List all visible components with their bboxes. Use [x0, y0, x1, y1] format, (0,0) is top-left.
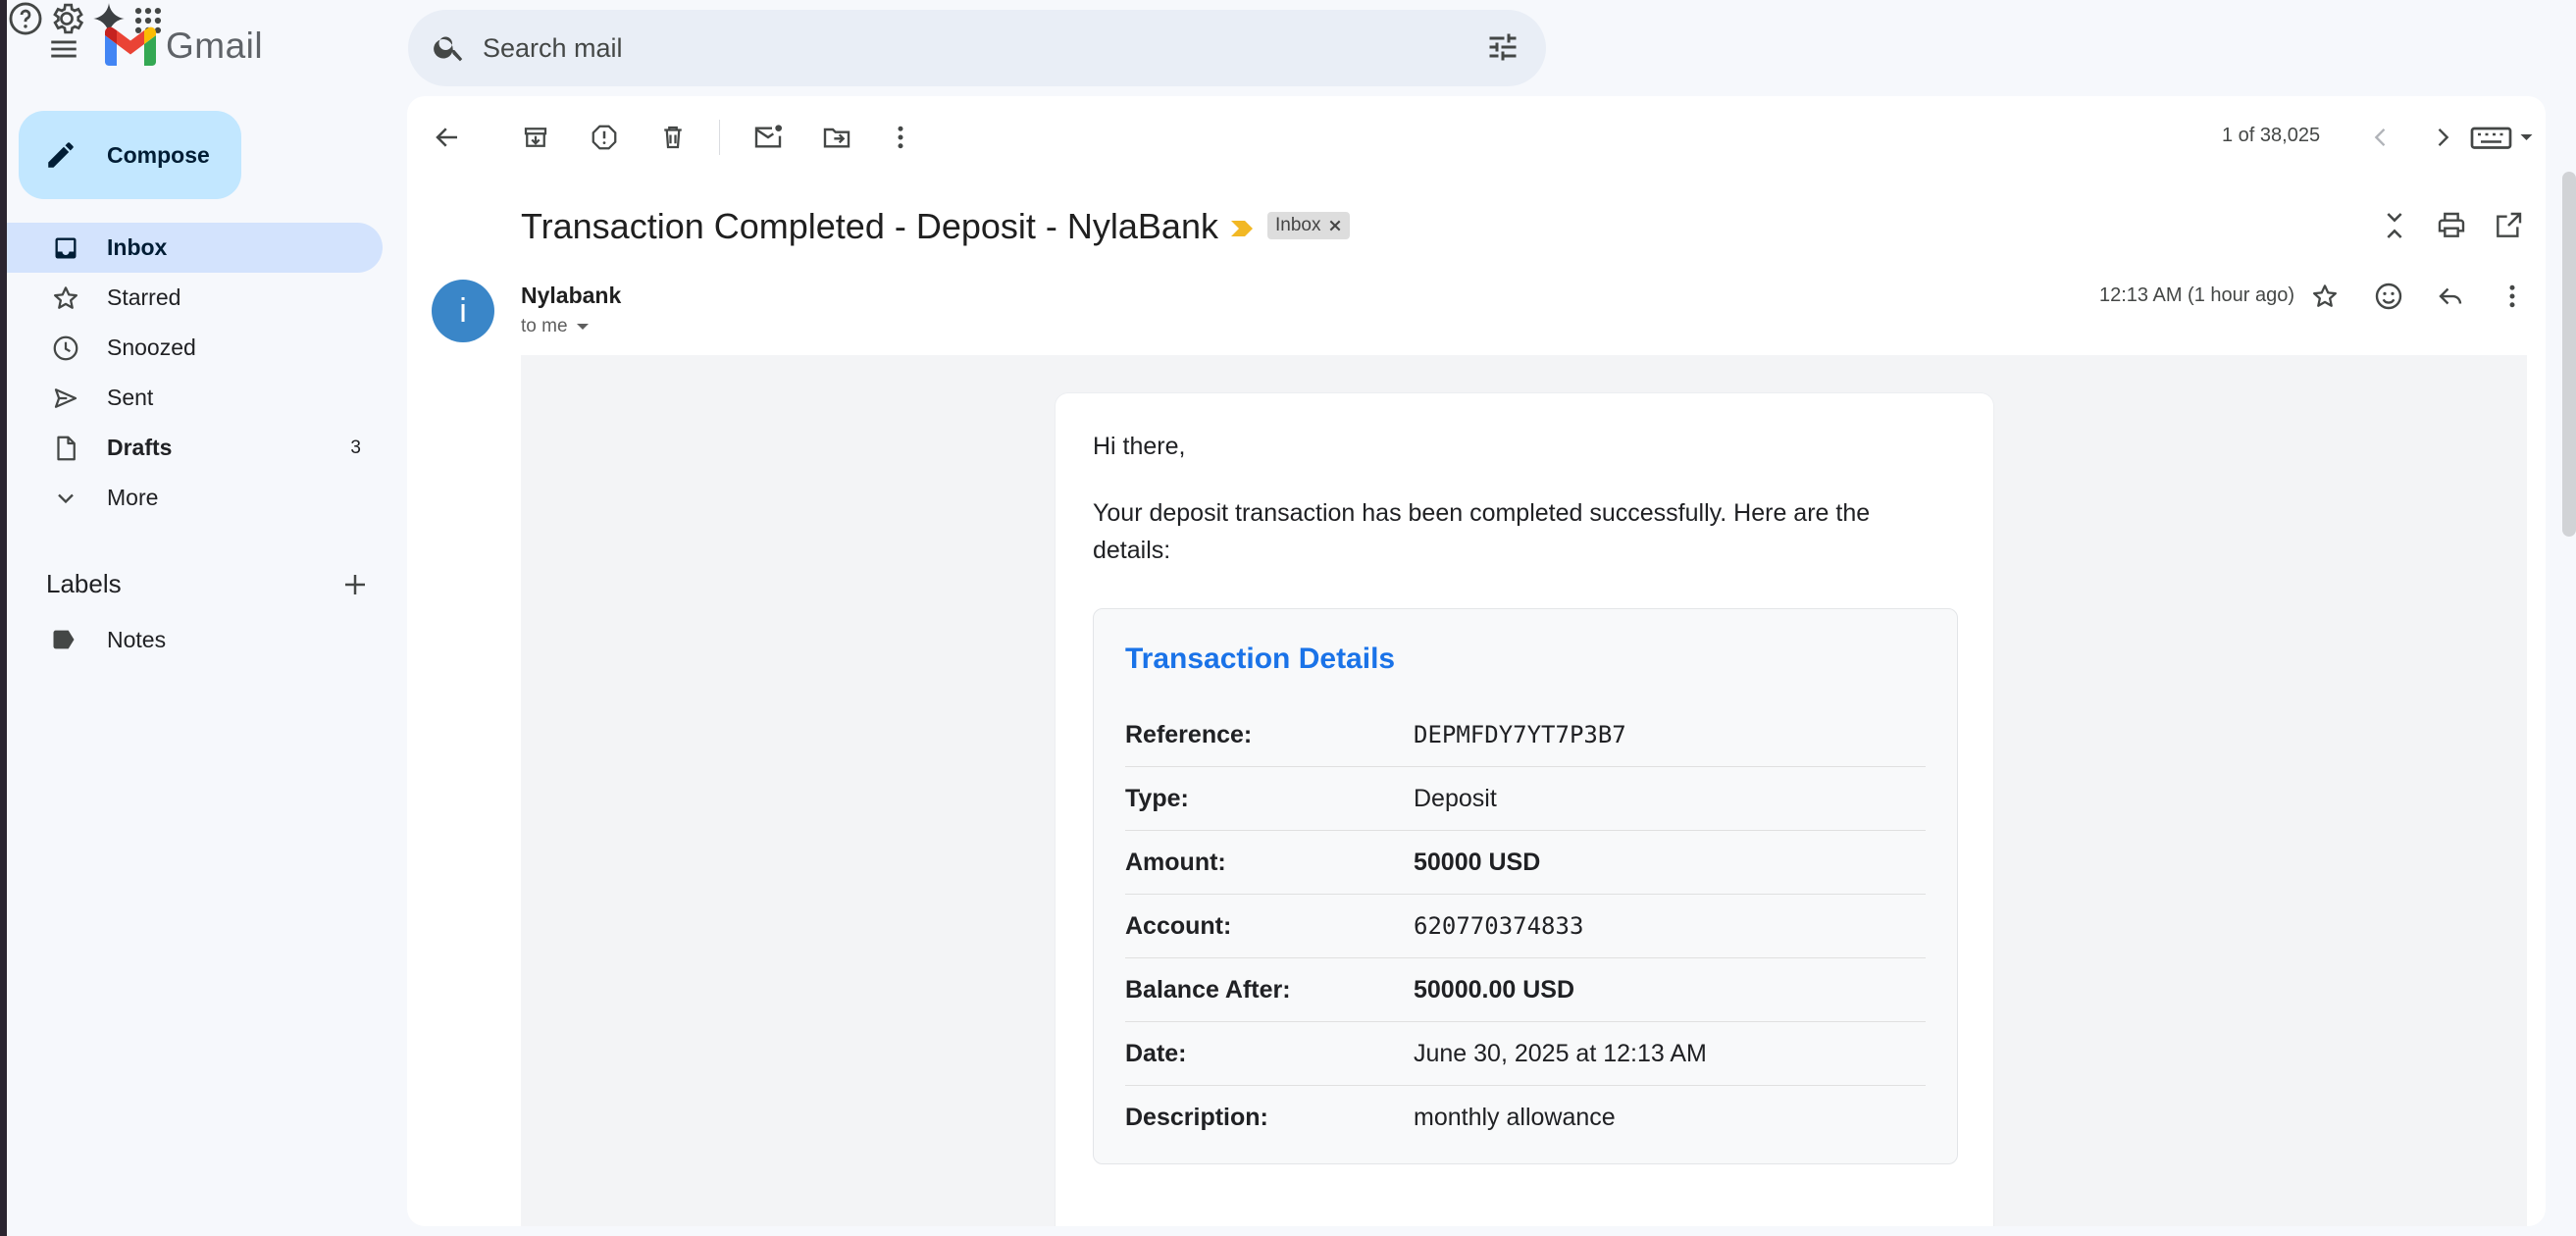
caret-down-icon — [576, 322, 590, 332]
open-new-window-icon[interactable] — [2493, 210, 2524, 241]
add-reaction-icon[interactable] — [2369, 277, 2408, 316]
sidebar-item-inbox[interactable]: Inbox — [7, 223, 383, 273]
inbox-label-chip: Inbox — [1267, 212, 1351, 239]
drafts-count: 3 — [350, 437, 361, 458]
detail-key: Date: — [1125, 1039, 1187, 1067]
sidebar-item-label: Snoozed — [107, 335, 196, 360]
recipient-details[interactable]: to me — [521, 316, 590, 337]
detail-key: Amount: — [1125, 848, 1226, 876]
recipient-text: to me — [521, 316, 568, 336]
sidebar-item-starred[interactable]: Starred — [7, 273, 383, 323]
compose-label: Compose — [107, 141, 210, 168]
sidebar-item-label: Drafts — [107, 435, 173, 460]
label-icon — [50, 626, 77, 653]
compose-button[interactable]: Compose — [19, 111, 241, 199]
avatar-letter: i — [459, 291, 467, 330]
inbox-icon — [50, 232, 81, 264]
input-tools-keyboard-icon[interactable] — [2465, 118, 2544, 157]
pencil-icon — [44, 138, 77, 172]
message-panel: 1 of 38,025 Transaction Completed - Depo… — [407, 96, 2546, 1226]
toolbar-divider — [719, 120, 720, 155]
detail-row: Reference: DEPMFDY7YT7P3B7 — [1125, 703, 1926, 767]
print-icon[interactable] — [2436, 210, 2467, 241]
email-intro: Your deposit transaction has been comple… — [1093, 499, 1871, 564]
detail-key: Reference: — [1125, 720, 1253, 748]
detail-row: Description: monthly allowance — [1125, 1086, 1926, 1150]
labels-title: Labels — [46, 569, 122, 598]
reply-icon[interactable] — [2431, 277, 2470, 316]
search-input[interactable] — [483, 24, 1415, 73]
sidebar-item-drafts[interactable]: Drafts 3 — [7, 423, 383, 473]
archive-icon[interactable] — [516, 118, 555, 157]
labels-header: Labels — [46, 569, 370, 599]
clock-icon — [50, 333, 81, 364]
chip-label: Inbox — [1275, 215, 1321, 235]
message-timestamp: 12:13 AM (1 hour ago) — [2099, 284, 2295, 306]
search-bar[interactable] — [408, 10, 1546, 86]
email-subject: Transaction Completed - Deposit - NylaBa… — [521, 206, 1218, 246]
desktop-edge — [0, 0, 7, 1236]
report-spam-icon[interactable] — [585, 118, 624, 157]
important-marker-icon[interactable] — [1229, 218, 1255, 239]
detail-key: Description: — [1125, 1104, 1268, 1131]
star-icon — [50, 283, 81, 314]
label-name: Notes — [107, 626, 167, 652]
detail-value: 620770374833 — [1414, 912, 1584, 940]
star-message-icon[interactable] — [2305, 277, 2344, 316]
detail-row: Type: Deposit — [1125, 767, 1926, 831]
draft-icon — [50, 433, 81, 464]
details-title: Transaction Details — [1125, 643, 1396, 675]
sidebar-item-more[interactable]: More — [7, 473, 383, 523]
delete-icon[interactable] — [653, 118, 693, 157]
detail-value: DEPMFDY7YT7P3B7 — [1414, 721, 1626, 748]
mark-unread-icon[interactable] — [748, 118, 788, 157]
detail-row: Balance After: 50000.00 USD — [1125, 958, 1926, 1022]
send-icon — [50, 383, 81, 414]
detail-value: Deposit — [1414, 784, 1497, 812]
pagination-text: 1 of 38,025 — [2222, 125, 2321, 146]
sidebar-item-label: Starred — [107, 284, 181, 310]
remove-label-icon[interactable] — [1328, 219, 1342, 232]
move-to-icon[interactable] — [817, 118, 856, 157]
collapse-all-icon[interactable] — [2379, 210, 2410, 241]
detail-value: 50000.00 USD — [1414, 975, 1575, 1004]
older-chevron-icon[interactable] — [2423, 118, 2462, 157]
page-scrollbar[interactable] — [2562, 172, 2576, 537]
search-icon[interactable] — [432, 29, 467, 65]
gmail-logo[interactable]: Gmail — [105, 26, 263, 67]
back-arrow-icon[interactable] — [428, 118, 467, 157]
chevron-down-icon — [50, 483, 81, 514]
gmail-m-icon — [105, 26, 156, 66]
label-item-notes[interactable]: Notes — [50, 626, 166, 653]
detail-row: Date: June 30, 2025 at 12:13 AM — [1125, 1022, 1926, 1086]
add-label-icon[interactable] — [340, 570, 370, 599]
detail-key: Type: — [1125, 784, 1189, 812]
sidebar-item-snoozed[interactable]: Snoozed — [7, 323, 383, 373]
sidebar-item-label: Sent — [107, 385, 154, 410]
detail-key: Account: — [1125, 911, 1232, 940]
sidebar-item-sent[interactable]: Sent — [7, 373, 383, 423]
main-menu-icon[interactable] — [38, 24, 89, 75]
sender-avatar[interactable]: i — [432, 280, 494, 342]
app-name: Gmail — [166, 26, 264, 66]
sidebar-item-label: More — [107, 485, 159, 510]
top-bar: Gmail — [7, 0, 2576, 96]
detail-key: Balance After: — [1125, 975, 1291, 1004]
sidebar-nav: Inbox Starred Snoozed Sent Drafts 3 More — [7, 223, 383, 523]
email-card: Hi there, Your deposit transaction has b… — [1055, 392, 1994, 1226]
detail-value: June 30, 2025 at 12:13 AM — [1414, 1039, 1707, 1067]
detail-row: Amount: 50000 USD — [1125, 831, 1926, 895]
more-vert-icon[interactable] — [881, 118, 920, 157]
sender-name[interactable]: Nylabank — [521, 283, 621, 309]
sidebar-item-label: Inbox — [107, 234, 168, 260]
detail-value: monthly allowance — [1414, 1104, 1616, 1131]
detail-value: 50000 USD — [1414, 848, 1541, 876]
email-greeting: Hi there, — [1093, 433, 1186, 460]
transaction-details-box: Transaction Details Reference: DEPMFDY7Y… — [1093, 608, 1958, 1164]
search-options-icon[interactable] — [1485, 29, 1520, 65]
newer-chevron-icon[interactable] — [2361, 118, 2400, 157]
detail-row: Account: 620770374833 — [1125, 895, 1926, 958]
message-more-icon[interactable] — [2493, 277, 2532, 316]
email-body-background: Hi there, Your deposit transaction has b… — [521, 355, 2527, 1226]
